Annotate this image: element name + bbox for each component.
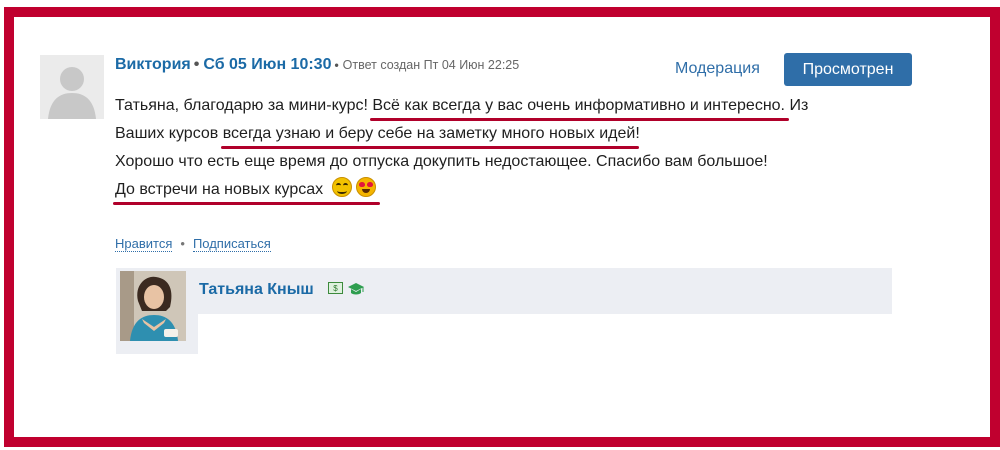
separator-dot: • (193, 56, 200, 73)
money-badge-icon: $ (328, 282, 343, 294)
separator-dot: • (180, 236, 185, 251)
moderation-link[interactable]: Модерация (675, 60, 760, 78)
comment-text: До встречи на новых курсах (115, 181, 324, 198)
graduation-cap-icon (348, 283, 364, 295)
smiling-face-icon (331, 177, 352, 197)
like-link[interactable]: Нравится (115, 236, 173, 252)
heart-eyes-icon (355, 177, 376, 197)
comment-text: Татьяна, благодарю за мини-курс! (115, 97, 373, 114)
author-photo-icon (120, 271, 186, 341)
comment-text: ! (635, 125, 640, 142)
comment-line: До встречи на новых курсах (115, 176, 915, 204)
underlined-phrase: всегда узнаю и беру себе на заметку мног… (222, 125, 636, 142)
underlined-phrase: Всё как всегда у вас очень информативно … (372, 97, 785, 114)
reply-author[interactable]: Татьяна Кныш (199, 281, 314, 299)
reply-text-cropped (199, 309, 889, 314)
comment-line: Ваших курсов всегда узнаю и беру себе на… (115, 120, 915, 148)
comment-line: Хорошо что есть еще время до отпуска док… (115, 148, 915, 176)
user-avatar[interactable] (40, 55, 104, 119)
underlined-phrase: До встречи на новых курсах (115, 177, 376, 198)
comment-body: Татьяна, благодарю за мини-курс! Всё как… (115, 92, 915, 204)
comment-header: Виктория • Сб 05 Июн 10:30 • Ответ создан Пт… (115, 56, 519, 74)
reply-avatar[interactable] (120, 271, 186, 341)
comment-date[interactable]: Сб 05 Июн 10:30 (203, 56, 331, 73)
viewed-button[interactable]: Просмотрен (784, 53, 912, 86)
subscribe-link[interactable]: Подписаться (192, 236, 271, 252)
default-avatar-icon (48, 67, 96, 119)
comment-text: Из (785, 97, 809, 114)
comment-author[interactable]: Виктория (115, 56, 191, 73)
reply-created-note: Ответ создан Пт 04 Июн 22:25 (342, 58, 520, 72)
comment-text: Ваших курсов (115, 125, 223, 142)
separator-dot: • (334, 58, 339, 72)
comment-actions: Нравится • Подписаться (115, 236, 271, 252)
comment-text: Хорошо что есть еще время до отпуска док… (115, 153, 768, 170)
comment-line: Татьяна, благодарю за мини-курс! Всё как… (115, 92, 915, 120)
